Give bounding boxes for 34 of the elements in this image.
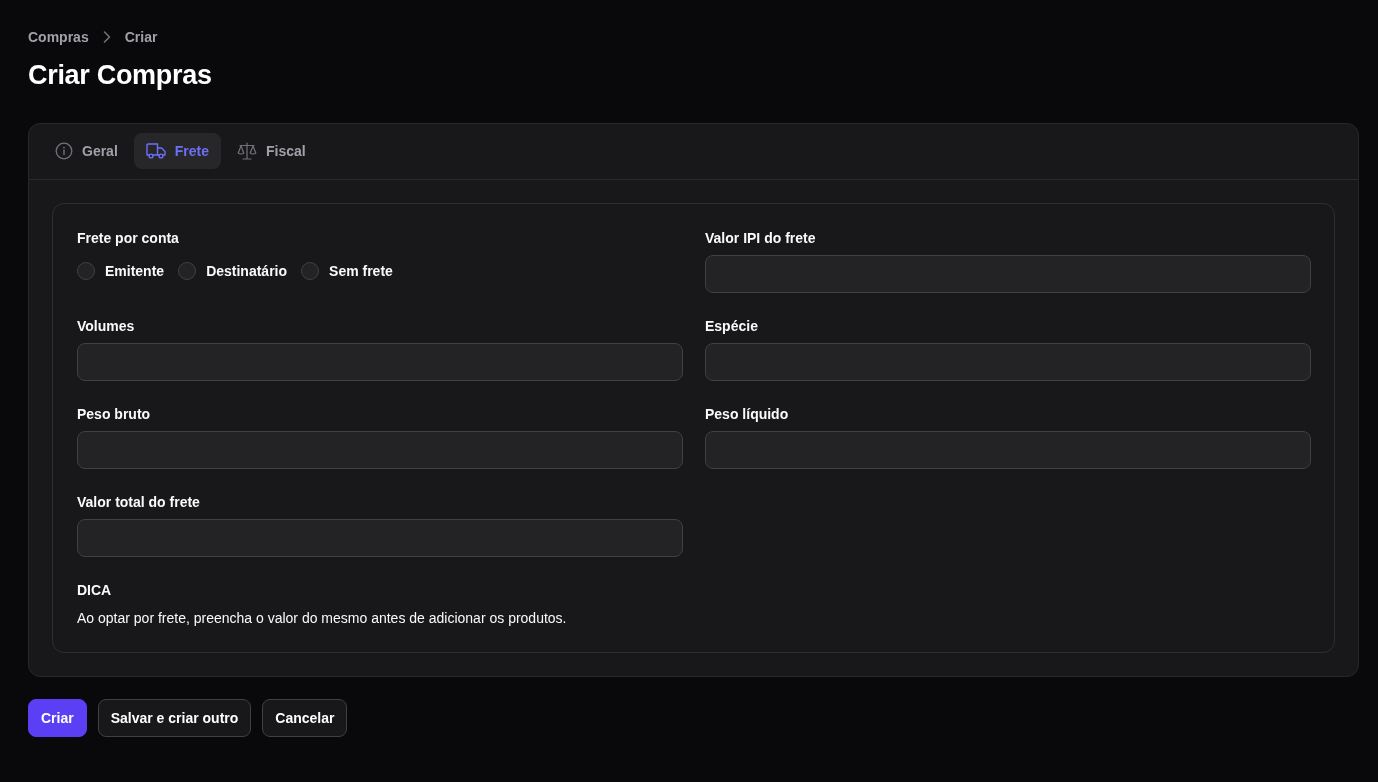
field-label: Peso líquido xyxy=(705,405,790,424)
info-icon xyxy=(55,142,73,160)
input-field[interactable] xyxy=(705,343,1311,381)
breadcrumb-link[interactable]: Compras xyxy=(28,29,89,45)
radio-button[interactable] xyxy=(301,262,320,280)
option-label: Destinatário xyxy=(206,263,288,279)
field-label: Espécie xyxy=(705,317,759,336)
truck-icon xyxy=(145,143,166,159)
tab[interactable]: Geral xyxy=(43,133,130,169)
action-button[interactable]: Salvar e criar outro xyxy=(97,699,252,737)
field-label: Valor total do frete xyxy=(77,493,201,512)
input-field[interactable] xyxy=(77,519,683,557)
scale-icon xyxy=(237,142,258,160)
option-label: Emitente xyxy=(105,263,165,279)
input-field[interactable] xyxy=(77,343,683,381)
tab[interactable]: Frete xyxy=(133,133,222,169)
field-label: Frete por conta xyxy=(77,229,180,248)
create-button[interactable]: Criar xyxy=(28,699,87,737)
page-title: Criar Compras xyxy=(28,59,213,92)
option-label: Sem frete xyxy=(329,263,393,279)
radio-button[interactable] xyxy=(178,262,197,280)
input-field[interactable] xyxy=(77,431,683,469)
tip-title: DICA xyxy=(77,581,112,600)
radio-button[interactable] xyxy=(77,262,95,280)
chevron-right-icon xyxy=(102,31,111,43)
input-field[interactable] xyxy=(705,255,1311,293)
breadcrumb-link[interactable]: Criar xyxy=(124,29,158,45)
tab[interactable]: Fiscal xyxy=(225,133,318,169)
field-label: Volumes xyxy=(77,317,136,336)
tip-text: Ao optar por frete, preencha o valor do mesmo antes de adicionar os produtos. xyxy=(77,609,567,628)
input-field[interactable] xyxy=(705,431,1311,469)
field-label: Valor IPI do frete xyxy=(705,229,817,248)
field-label: Peso bruto xyxy=(77,405,152,424)
action-button[interactable]: Cancelar xyxy=(262,699,348,737)
